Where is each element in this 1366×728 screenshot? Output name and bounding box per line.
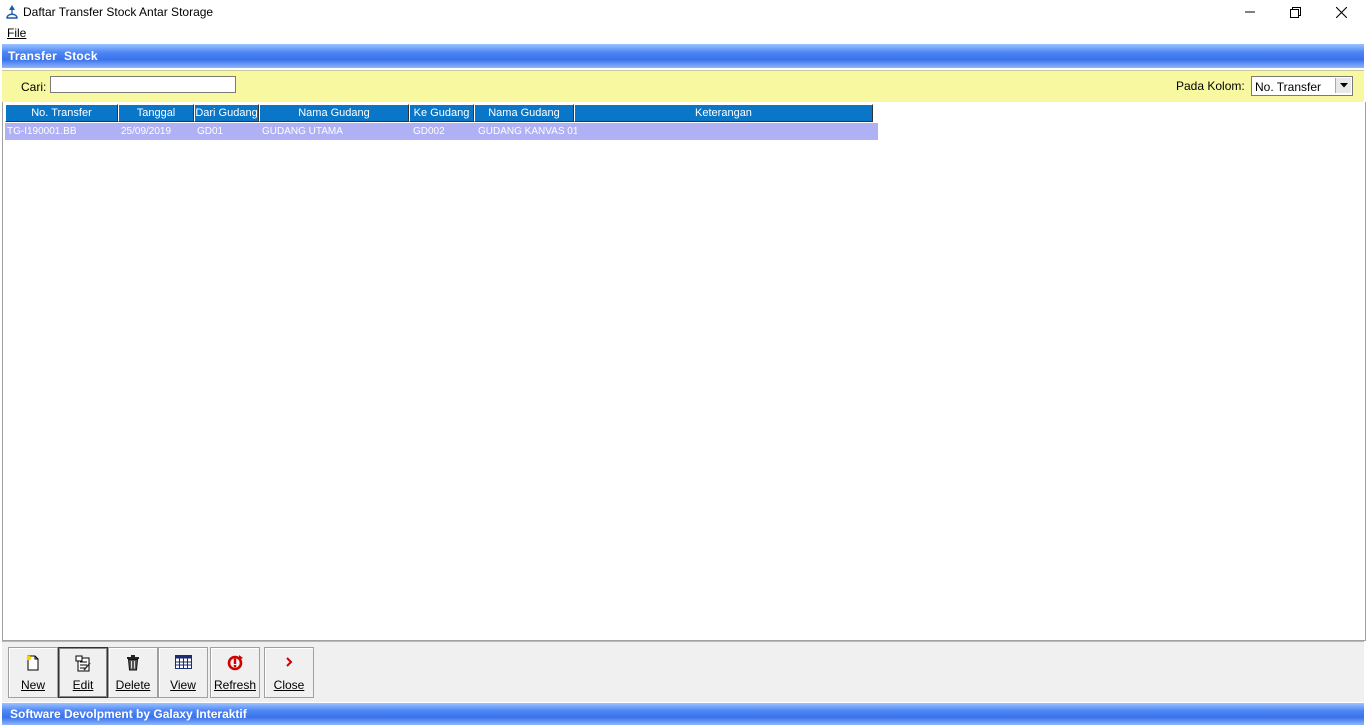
minimize-icon <box>1245 11 1255 13</box>
trash-icon <box>127 655 139 671</box>
search-label: Cari: <box>21 80 47 94</box>
cell-keterangan <box>577 123 878 140</box>
refresh-button-label: Refresh <box>213 678 257 692</box>
column-header-tanggal[interactable]: Tanggal <box>118 104 194 122</box>
column-header-keterangan[interactable]: Keterangan <box>574 104 873 122</box>
cell-tanggal: 25/09/2019 <box>121 126 172 137</box>
delete-button-label: Delete <box>115 678 151 692</box>
cell-ke-gudang: GD002 <box>413 126 445 137</box>
column-header-dari-gudang[interactable]: Dari Gudang <box>194 104 259 122</box>
search-bar: Cari: Pada Kolom: No. Transfer <box>2 70 1364 103</box>
restore-icon <box>1289 6 1301 18</box>
column-filter-select[interactable]: No. Transfer <box>1251 76 1353 96</box>
action-toolbar: New Edit Delete View Refresh Close <box>2 641 1364 702</box>
data-grid[interactable]: No. Transfer Tanggal Dari Gudang Nama Gu… <box>2 102 1366 641</box>
grid-header: No. Transfer Tanggal Dari Gudang Nama Gu… <box>5 104 873 122</box>
column-header-no-transfer[interactable]: No. Transfer <box>5 104 118 122</box>
menu-bar: File <box>0 24 1366 42</box>
view-button[interactable]: View <box>158 647 208 698</box>
cell-nama-gudang-tujuan: GUDANG KANVAS 01 <box>478 126 577 137</box>
menu-file[interactable]: File <box>7 26 26 40</box>
table-row[interactable]: TG-I190001.BB 25/09/2019 GD01 GUDANG UTA… <box>5 123 878 140</box>
refresh-icon <box>227 655 243 671</box>
refresh-button[interactable]: Refresh <box>210 647 260 698</box>
close-button[interactable]: Close <box>264 647 314 698</box>
chevron-right-icon <box>286 657 293 667</box>
page-title: Transfer Stock <box>8 49 98 63</box>
minimize-button[interactable] <box>1227 0 1273 24</box>
edit-document-icon <box>75 655 91 672</box>
footer-credit: Software Devolpment by Galaxy Interaktif <box>10 707 247 721</box>
app-icon <box>6 5 18 19</box>
title-bar: Daftar Transfer Stock Antar Storage <box>0 0 1366 24</box>
dropdown-arrow-button[interactable] <box>1335 78 1351 93</box>
header-band: Transfer Stock <box>2 44 1364 68</box>
close-window-button[interactable] <box>1318 0 1364 24</box>
edit-button[interactable]: Edit <box>58 647 108 698</box>
column-header-ke-gudang[interactable]: Ke Gudang <box>409 104 474 122</box>
new-document-icon <box>26 655 39 671</box>
footer-band: Software Devolpment by Galaxy Interaktif <box>2 703 1364 725</box>
column-filter-label: Pada Kolom: <box>1176 79 1245 93</box>
close-button-label: Close <box>273 678 305 692</box>
cell-no-transfer: TG-I190001.BB <box>7 126 77 137</box>
column-header-nama-gudang-asal[interactable]: Nama Gudang <box>259 104 409 122</box>
column-header-nama-gudang-tujuan[interactable]: Nama Gudang <box>474 104 574 122</box>
delete-button[interactable]: Delete <box>108 647 158 698</box>
new-button[interactable]: New <box>8 647 58 698</box>
column-filter-value: No. Transfer <box>1255 80 1322 94</box>
new-button-label: New <box>20 678 45 692</box>
cell-dari-gudang: GD01 <box>197 126 224 137</box>
window-title: Daftar Transfer Stock Antar Storage <box>23 5 214 19</box>
cell-nama-gudang-asal: GUDANG UTAMA <box>262 126 343 137</box>
chevron-down-icon <box>1339 83 1348 88</box>
table-view-icon <box>174 655 192 669</box>
close-icon <box>1335 6 1347 18</box>
restore-button[interactable] <box>1272 0 1318 24</box>
edit-button-label: Edit <box>72 678 94 692</box>
view-button-label: View <box>170 678 196 692</box>
search-input[interactable] <box>50 76 236 93</box>
